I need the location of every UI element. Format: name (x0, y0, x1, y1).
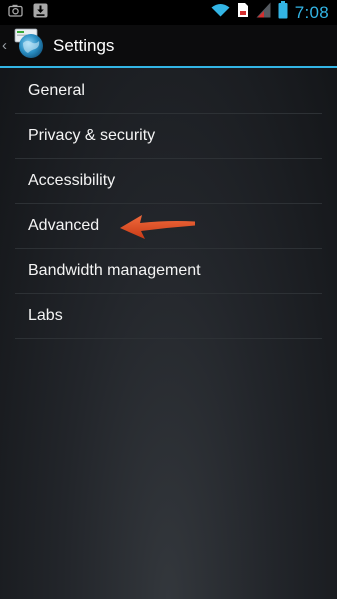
action-bar-title: Settings (53, 35, 115, 55)
signal-icon (256, 2, 271, 23)
sim-card-icon (237, 2, 249, 23)
settings-item-label: Bandwidth management (28, 262, 201, 279)
back-caret-icon: ‹ (2, 37, 7, 54)
annotation-arrow-icon (118, 212, 198, 247)
settings-item-label: General (28, 82, 85, 99)
up-navigation-button[interactable]: ‹ (0, 25, 47, 66)
settings-list: General Privacy & security Accessibility… (15, 69, 322, 339)
status-bar-system: 7:08 (211, 1, 337, 24)
settings-item-label: Privacy & security (28, 127, 156, 144)
settings-item-labs[interactable]: Labs (15, 294, 322, 339)
download-notification-icon (33, 3, 48, 23)
settings-item-bandwidth-management[interactable]: Bandwidth management (15, 249, 322, 294)
settings-item-accessibility[interactable]: Accessibility (15, 159, 322, 204)
clock: 7:08 (294, 2, 329, 22)
settings-item-privacy-security[interactable]: Privacy & security (15, 114, 322, 159)
settings-item-label: Accessibility (28, 172, 116, 189)
status-bar: 7:08 (0, 0, 337, 25)
browser-globe-icon (13, 27, 47, 64)
status-bar-notifications (0, 3, 48, 23)
action-bar: ‹ Settings (0, 25, 337, 68)
settings-item-label: Labs (28, 307, 63, 324)
camera-notification-icon (8, 4, 23, 22)
wifi-icon (211, 3, 230, 22)
settings-item-label: Advanced (28, 217, 100, 234)
battery-icon (278, 1, 288, 24)
settings-item-general[interactable]: General (15, 69, 322, 114)
